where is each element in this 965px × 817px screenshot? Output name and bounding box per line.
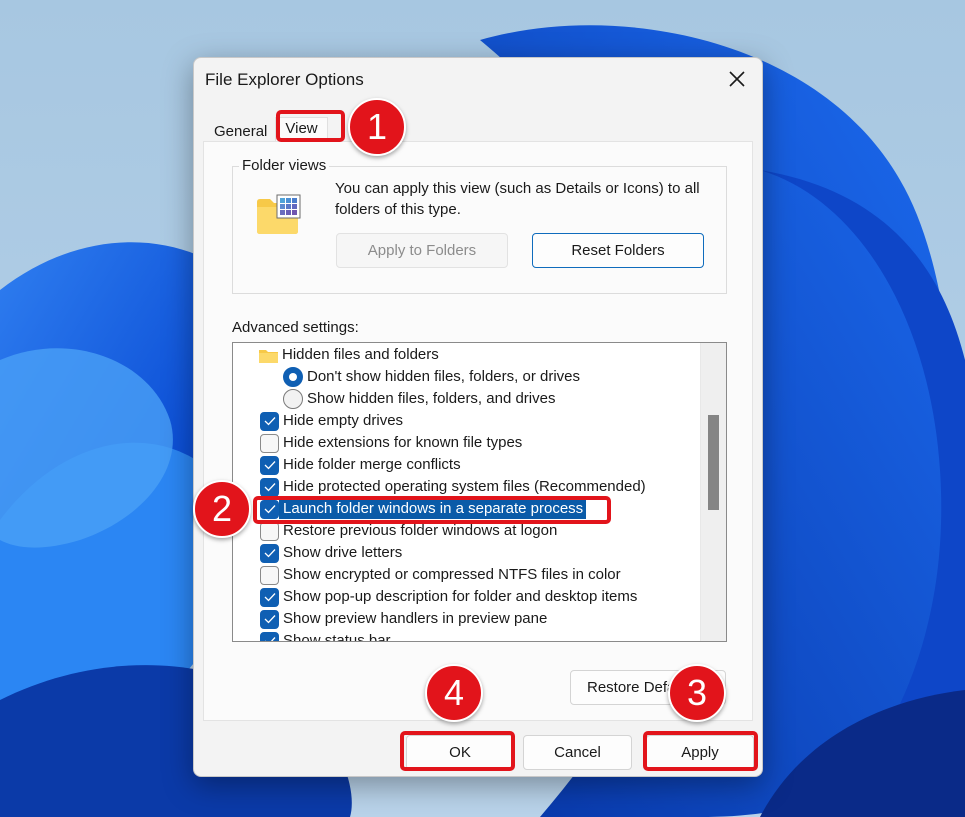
checkmark-icon bbox=[264, 549, 275, 558]
list-item-checkbox[interactable]: Hide folder merge conflicts bbox=[260, 454, 464, 476]
apply-to-folders-button[interactable]: Apply to Folders bbox=[336, 233, 508, 268]
list-item-checkbox[interactable]: Hide empty drives bbox=[260, 410, 406, 432]
list-item-checkbox[interactable]: Show pop-up description for folder and d… bbox=[260, 586, 640, 608]
checkmark-icon bbox=[264, 637, 275, 641]
list-item-label: Don't show hidden files, folders, or dri… bbox=[307, 368, 580, 385]
reset-folders-button[interactable]: Reset Folders bbox=[532, 233, 704, 268]
radio-dont-show-hidden[interactable] bbox=[283, 367, 303, 387]
folder-grid-icon bbox=[257, 194, 301, 234]
cancel-button[interactable]: Cancel bbox=[523, 735, 632, 770]
advanced-settings-label: Advanced settings: bbox=[232, 319, 359, 336]
checkmark-icon bbox=[264, 417, 275, 426]
list-item-checkbox[interactable]: Show drive letters bbox=[260, 542, 405, 564]
list-item-checkbox[interactable]: Hide extensions for known file types bbox=[260, 432, 525, 454]
annotation-marker-3: 3 bbox=[668, 664, 726, 722]
list-item-label: Show encrypted or compressed NTFS files … bbox=[283, 566, 621, 583]
list-item-checkbox[interactable]: Show encrypted or compressed NTFS files … bbox=[260, 564, 624, 586]
list-item-radio[interactable]: Don't show hidden files, folders, or dri… bbox=[283, 366, 583, 388]
close-icon bbox=[729, 71, 745, 87]
list-item-label: Show preview handlers in preview pane bbox=[283, 610, 548, 627]
folder-views-group: Folder views You can apply this view (su… bbox=[232, 157, 727, 294]
checkbox-show-preview-handlers[interactable] bbox=[260, 609, 279, 629]
checkbox-hide-merge-conflicts[interactable] bbox=[260, 455, 279, 475]
list-scrollbar[interactable] bbox=[700, 343, 726, 641]
list-item-label: Show status bar bbox=[283, 632, 391, 642]
highlight-ok-button bbox=[400, 731, 515, 771]
checkbox-hide-empty-drives[interactable] bbox=[260, 411, 279, 431]
checkmark-icon bbox=[264, 615, 275, 624]
list-item-label: Hide empty drives bbox=[283, 412, 404, 429]
list-item-label: Hidden files and folders bbox=[282, 346, 439, 363]
checkmark-icon bbox=[264, 461, 275, 470]
checkbox-show-status-bar[interactable] bbox=[260, 631, 279, 641]
checkmark-icon bbox=[264, 483, 275, 492]
annotation-marker-4: 4 bbox=[425, 664, 483, 722]
highlight-apply-button bbox=[643, 731, 758, 771]
close-button[interactable] bbox=[722, 64, 752, 94]
list-item-checkbox[interactable]: Show status bar bbox=[260, 630, 394, 642]
view-tab-panel: Folder views You can apply this view (su… bbox=[203, 141, 753, 721]
list-item-label: Hide protected operating system files (R… bbox=[283, 478, 646, 495]
list-item-checkbox[interactable]: Hide protected operating system files (R… bbox=[260, 476, 649, 498]
dialog-title: File Explorer Options bbox=[205, 70, 364, 89]
checkbox-restore-previous-windows[interactable] bbox=[260, 521, 279, 541]
annotation-marker-1: 1 bbox=[348, 98, 406, 156]
highlight-view-tab bbox=[276, 110, 345, 142]
checkbox-show-popup-description[interactable] bbox=[260, 587, 279, 607]
tab-general[interactable]: General bbox=[206, 119, 275, 142]
list-item-label: Hide folder merge conflicts bbox=[283, 456, 461, 473]
list-item-radio[interactable]: Show hidden files, folders, and drives bbox=[283, 388, 558, 410]
scrollbar-thumb[interactable] bbox=[708, 415, 719, 510]
checkbox-show-drive-letters[interactable] bbox=[260, 543, 279, 563]
annotation-marker-2: 2 bbox=[193, 480, 251, 538]
radio-show-hidden[interactable] bbox=[283, 389, 303, 409]
list-item-hidden-files-group: Hidden files and folders bbox=[259, 344, 442, 366]
list-item-label: Show drive letters bbox=[283, 544, 403, 561]
file-explorer-options-dialog: File Explorer Options General View Folde… bbox=[193, 57, 763, 777]
folder-views-description: You can apply this view (such as Details… bbox=[335, 180, 700, 218]
folder-icon bbox=[259, 349, 278, 363]
checkbox-show-encrypted-color[interactable] bbox=[260, 565, 279, 585]
folder-views-legend: Folder views bbox=[239, 157, 330, 174]
list-item-checkbox[interactable]: Show preview handlers in preview pane bbox=[260, 608, 550, 630]
advanced-settings-list[interactable]: Hidden files and folders Don't show hidd… bbox=[232, 342, 727, 642]
checkbox-hide-protected-files[interactable] bbox=[260, 477, 279, 497]
list-item-label: Show hidden files, folders, and drives bbox=[307, 390, 556, 407]
list-item-label: Show pop-up description for folder and d… bbox=[283, 588, 638, 605]
list-item-label: Restore previous folder windows at logon bbox=[283, 522, 558, 539]
highlight-launch-separate-process bbox=[253, 496, 611, 524]
list-item-label: Hide extensions for known file types bbox=[283, 434, 523, 451]
checkbox-hide-extensions[interactable] bbox=[260, 433, 279, 453]
checkmark-icon bbox=[264, 593, 275, 602]
